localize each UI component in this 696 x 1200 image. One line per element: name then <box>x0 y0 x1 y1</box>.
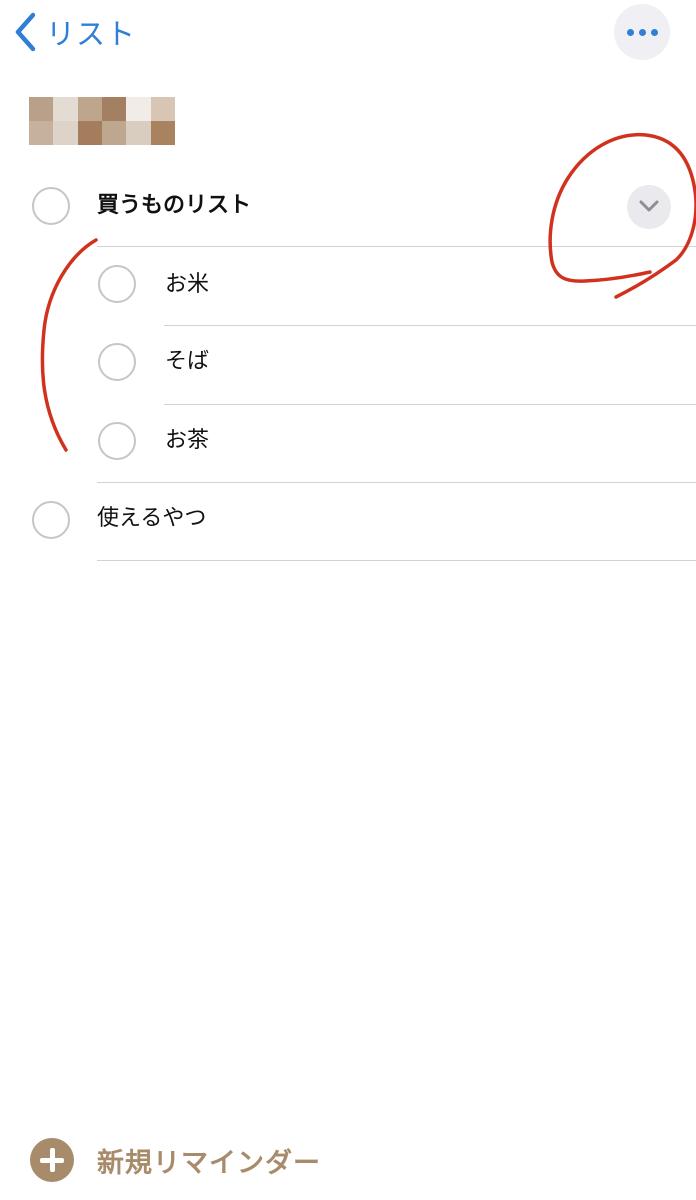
reminder-row[interactable]: 使えるやつ <box>0 482 696 561</box>
chevron-left-icon <box>14 12 36 52</box>
ellipsis-icon <box>624 28 660 36</box>
redaction-pixel <box>53 97 78 121</box>
completion-circle[interactable] <box>98 265 136 303</box>
back-button[interactable]: リスト <box>14 10 136 54</box>
redaction-pixel <box>150 97 175 121</box>
plus-circle-icon <box>30 1138 74 1182</box>
redaction-pixel <box>150 121 175 145</box>
redaction-pixel <box>102 121 127 145</box>
row-separator <box>97 560 696 561</box>
completion-circle[interactable] <box>98 422 136 460</box>
new-reminder-button[interactable]: 新規リマインダー <box>30 1137 321 1183</box>
subtask-row[interactable]: お米 <box>0 247 696 326</box>
list-title-redacted <box>29 97 175 145</box>
completion-circle[interactable] <box>32 501 70 539</box>
more-options-button[interactable] <box>614 4 670 60</box>
expand-subtasks-button[interactable] <box>627 185 671 229</box>
reminder-row-parent[interactable]: 買うものリスト <box>0 168 696 247</box>
completion-circle[interactable] <box>32 187 70 225</box>
new-reminder-label: 新規リマインダー <box>97 1147 321 1179</box>
subtask-title: お米 <box>165 272 210 297</box>
subtask-row[interactable]: そば <box>0 325 696 405</box>
redaction-pixel <box>126 121 151 145</box>
redaction-pixel <box>126 97 151 121</box>
completion-circle[interactable] <box>98 343 136 381</box>
redaction-pixel <box>29 121 54 145</box>
chevron-down-icon <box>638 198 660 217</box>
reminder-title: 買うものリスト <box>97 193 252 218</box>
redaction-pixel <box>77 121 102 145</box>
redaction-pixel <box>77 97 102 121</box>
redaction-pixel <box>53 121 78 145</box>
subtask-title: お茶 <box>165 428 210 453</box>
back-label: リスト <box>46 17 137 51</box>
subtask-row[interactable]: お茶 <box>0 404 696 483</box>
reminder-title: 使えるやつ <box>97 506 207 531</box>
redaction-pixel <box>102 97 127 121</box>
subtask-title: そば <box>165 349 210 374</box>
redaction-pixel <box>29 97 54 121</box>
